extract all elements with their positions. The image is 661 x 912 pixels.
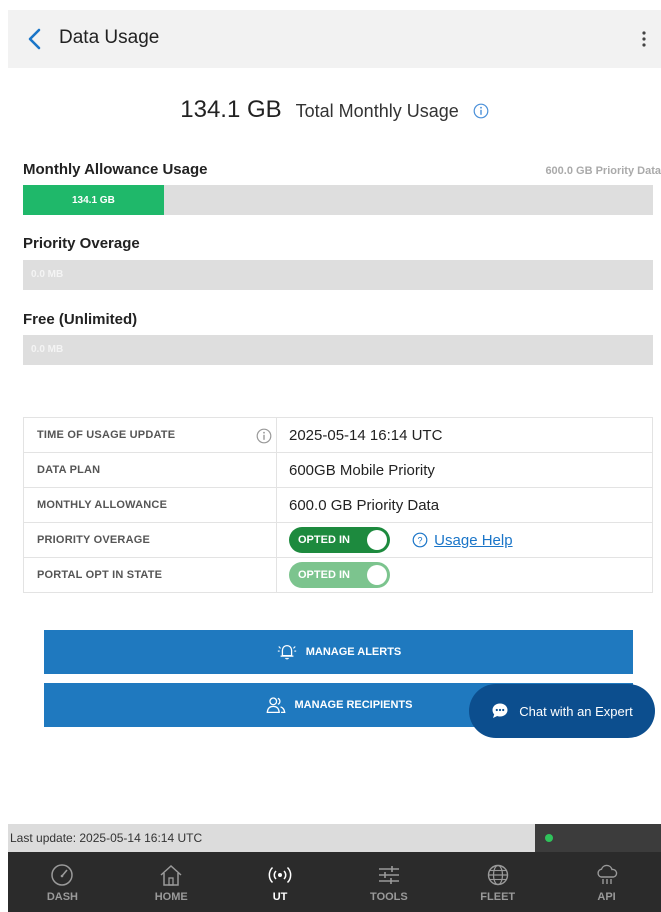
- nav-item-ut[interactable]: UT: [226, 852, 335, 912]
- table-row: PRIORITY OVERAGE OPTED IN ? Usage Help: [23, 522, 653, 558]
- table-key: PRIORITY OVERAGE: [23, 522, 277, 558]
- table-key: MONTHLY ALLOWANCE: [23, 487, 277, 523]
- help-circle-icon: ?: [412, 532, 428, 548]
- nav-item-fleet[interactable]: FLEET: [443, 852, 552, 912]
- table-key-label: TIME OF USAGE UPDATE: [37, 429, 176, 441]
- usage-details-table: TIME OF USAGE UPDATE 2025-05-14 16:14 UT…: [23, 417, 653, 593]
- users-icon: [266, 697, 285, 713]
- bell-icon: [277, 645, 296, 660]
- toggle-label: OPTED IN: [298, 569, 350, 581]
- status-indicator-panel: [535, 824, 661, 852]
- table-row: TIME OF USAGE UPDATE 2025-05-14 16:14 UT…: [23, 417, 653, 453]
- chat-bubble-icon: [492, 703, 508, 718]
- online-status-dot: [545, 834, 553, 842]
- monthly-allowance-label: Monthly Allowance Usage: [23, 161, 208, 178]
- nav-item-label: FLEET: [480, 890, 516, 903]
- status-bar: Last update: 2025-05-14 16:14 UTC: [8, 824, 661, 852]
- nav-item-home[interactable]: HOME: [117, 852, 226, 912]
- nav-item-label: HOME: [154, 890, 188, 903]
- table-value: OPTED IN ? Usage Help: [276, 522, 653, 558]
- app-window: Data Usage 134.1 GB Total Monthly Usage …: [8, 10, 661, 912]
- chat-with-expert-button[interactable]: Chat with an Expert: [469, 684, 655, 738]
- toggle-knob: [367, 565, 387, 585]
- globe-icon: [487, 864, 508, 885]
- cloud-icon: [596, 864, 617, 884]
- table-value: OPTED IN: [276, 557, 653, 593]
- free-unlimited-bar: 0.0 MB: [23, 335, 653, 365]
- total-usage-value: 134.1 GB: [180, 96, 282, 123]
- table-key: TIME OF USAGE UPDATE: [23, 417, 277, 453]
- svg-text:?: ?: [418, 536, 423, 546]
- info-icon[interactable]: [473, 103, 489, 119]
- manage-alerts-label: MANAGE ALERTS: [305, 646, 402, 658]
- table-value: 2025-05-14 16:14 UTC: [276, 417, 653, 453]
- sliders-icon: [378, 865, 399, 884]
- nav-item-label: TOOLS: [370, 890, 408, 903]
- table-value: 600.0 GB Priority Data: [276, 487, 653, 523]
- nav-item-label: DASH: [46, 890, 78, 903]
- table-key: PORTAL OPT IN STATE: [23, 557, 277, 593]
- nav-item-label: UT: [272, 890, 288, 903]
- table-value: 600GB Mobile Priority: [276, 452, 653, 488]
- manage-recipients-label: MANAGE RECIPIENTS: [294, 699, 413, 711]
- usage-help-label: Usage Help: [434, 531, 513, 549]
- table-row: PORTAL OPT IN STATE OPTED IN: [23, 557, 653, 593]
- monthly-allowance-fill: 134.1 GB: [23, 185, 164, 215]
- toggle-knob: [367, 530, 387, 550]
- nav-item-tools[interactable]: TOOLS: [334, 852, 443, 912]
- header-bar: Data Usage: [8, 10, 661, 68]
- usage-help-link[interactable]: ? Usage Help: [412, 531, 513, 549]
- free-unlimited-label: Free (Unlimited): [23, 311, 138, 328]
- free-unlimited-value: 0.0 MB: [31, 344, 64, 355]
- nav-item-api[interactable]: API: [552, 852, 661, 912]
- home-icon: [160, 864, 182, 886]
- monthly-allowance-bar: 134.1 GB: [23, 185, 653, 215]
- priority-overage-toggle[interactable]: OPTED IN: [289, 527, 390, 553]
- last-update-text: Last update: 2025-05-14 16:14 UTC: [10, 831, 203, 845]
- chat-label: Chat with an Expert: [519, 703, 633, 719]
- info-icon[interactable]: [256, 428, 272, 444]
- more-vertical-icon[interactable]: [641, 30, 647, 48]
- monthly-allowance-cap: 600.0 GB Priority Data: [545, 165, 661, 177]
- page-title: Data Usage: [59, 27, 160, 48]
- table-row: MONTHLY ALLOWANCE 600.0 GB Priority Data: [23, 487, 653, 523]
- nav-item-dash[interactable]: DASH: [8, 852, 117, 912]
- signal-icon: [268, 866, 292, 883]
- table-row: DATA PLAN 600GB Mobile Priority: [23, 452, 653, 488]
- table-key: DATA PLAN: [23, 452, 277, 488]
- priority-overage-value: 0.0 MB: [31, 269, 64, 280]
- portal-opt-in-toggle: OPTED IN: [289, 562, 390, 588]
- total-usage: 134.1 GB Total Monthly Usage: [8, 96, 661, 124]
- priority-overage-label: Priority Overage: [23, 235, 140, 252]
- toggle-label: OPTED IN: [298, 534, 350, 546]
- gauge-icon: [51, 863, 74, 886]
- nav-item-label: API: [597, 890, 616, 903]
- monthly-allowance-fill-label: 134.1 GB: [71, 194, 115, 206]
- total-usage-label: Total Monthly Usage: [295, 101, 459, 121]
- chevron-left-icon[interactable]: [26, 27, 44, 51]
- priority-overage-bar: 0.0 MB: [23, 260, 653, 290]
- manage-alerts-button[interactable]: MANAGE ALERTS: [44, 630, 633, 674]
- bottom-nav: DASH HOME UT TOOLS FLEET API: [8, 852, 661, 912]
